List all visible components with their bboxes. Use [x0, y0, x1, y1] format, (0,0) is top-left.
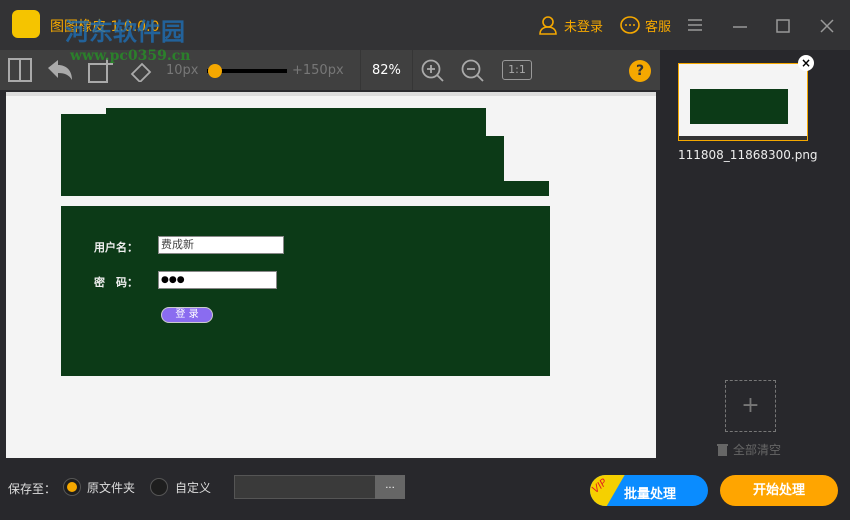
brush-max-label: +150px: [292, 63, 344, 78]
title-bar: 图图橡皮 1.0.0.0 河东软件园 www.pc0359.cn 未登录 客服: [0, 0, 850, 64]
radio-checked[interactable]: [63, 478, 81, 496]
browse-button[interactable]: ...: [375, 475, 405, 499]
save-path-input[interactable]: [234, 475, 376, 499]
thumbnail-preview: [690, 89, 788, 124]
radio-custom[interactable]: 自定义: [150, 478, 211, 496]
remove-file-icon[interactable]: ×: [798, 55, 814, 71]
clear-all-button[interactable]: 全部清空: [717, 441, 781, 458]
login-label: 未登录: [564, 19, 604, 35]
username-field: 费成新: [158, 236, 284, 254]
app-logo-icon: [12, 10, 40, 38]
thumbnail-footer: [679, 136, 807, 140]
erased-region: [106, 108, 486, 138]
image-canvas[interactable]: 用户名： 费成新 密 码： ●●● 登 录: [6, 92, 656, 458]
service-button[interactable]: 客服: [619, 15, 671, 35]
add-file-button[interactable]: +: [725, 380, 776, 432]
brush-min-label: 10px: [166, 63, 199, 78]
slider-handle[interactable]: [208, 64, 222, 78]
watermark-url: www.pc0359.cn: [70, 48, 191, 64]
erased-region: [106, 136, 504, 184]
service-label: 客服: [645, 19, 672, 35]
start-process-button[interactable]: 开始处理: [720, 475, 838, 506]
password-field: ●●●: [158, 271, 277, 289]
batch-label: 批量处理: [624, 487, 677, 502]
file-thumbnail[interactable]: [678, 63, 808, 141]
watermark-name: 河东软件园: [65, 18, 185, 46]
close-icon[interactable]: [820, 19, 834, 33]
actual-size-button[interactable]: 1:1: [502, 60, 532, 80]
erased-region: [61, 181, 549, 196]
maximize-icon[interactable]: [776, 19, 790, 33]
chat-icon: [620, 16, 640, 34]
zoom-in-icon[interactable]: [421, 59, 445, 83]
zoom-level: 82%: [372, 63, 401, 78]
radio-original-folder[interactable]: 原文件夹: [63, 478, 135, 496]
login-button[interactable]: 未登录: [538, 15, 603, 35]
option-custom-label: 自定义: [175, 480, 212, 495]
compare-icon[interactable]: [8, 58, 32, 82]
login-panel: 用户名： 费成新 密 码： ●●● 登 录: [61, 206, 550, 376]
bottom-bar: 保存至： 原文件夹 自定义 ... VIP 批量处理 开始处理: [0, 460, 850, 520]
password-label: 密 码：: [94, 276, 138, 289]
image-login-button: 登 录: [161, 307, 213, 323]
username-label: 用户名：: [94, 241, 138, 254]
brush-size-slider[interactable]: [207, 64, 287, 78]
menu-icon[interactable]: [688, 19, 702, 31]
batch-process-button[interactable]: VIP 批量处理: [590, 475, 708, 506]
clear-all-label: 全部清空: [733, 443, 782, 457]
user-icon: [539, 16, 557, 35]
trash-icon: [717, 444, 728, 456]
file-panel: × 111808_11868300.png + 全部清空: [660, 50, 850, 460]
zoom-out-icon[interactable]: [461, 59, 485, 83]
minimize-icon[interactable]: [733, 26, 747, 28]
save-to-label: 保存至：: [8, 482, 57, 496]
help-icon[interactable]: ?: [629, 60, 651, 82]
radio-unchecked[interactable]: [150, 478, 168, 496]
option-original-label: 原文件夹: [87, 480, 136, 495]
file-name: 111808_11868300.png: [678, 148, 818, 162]
